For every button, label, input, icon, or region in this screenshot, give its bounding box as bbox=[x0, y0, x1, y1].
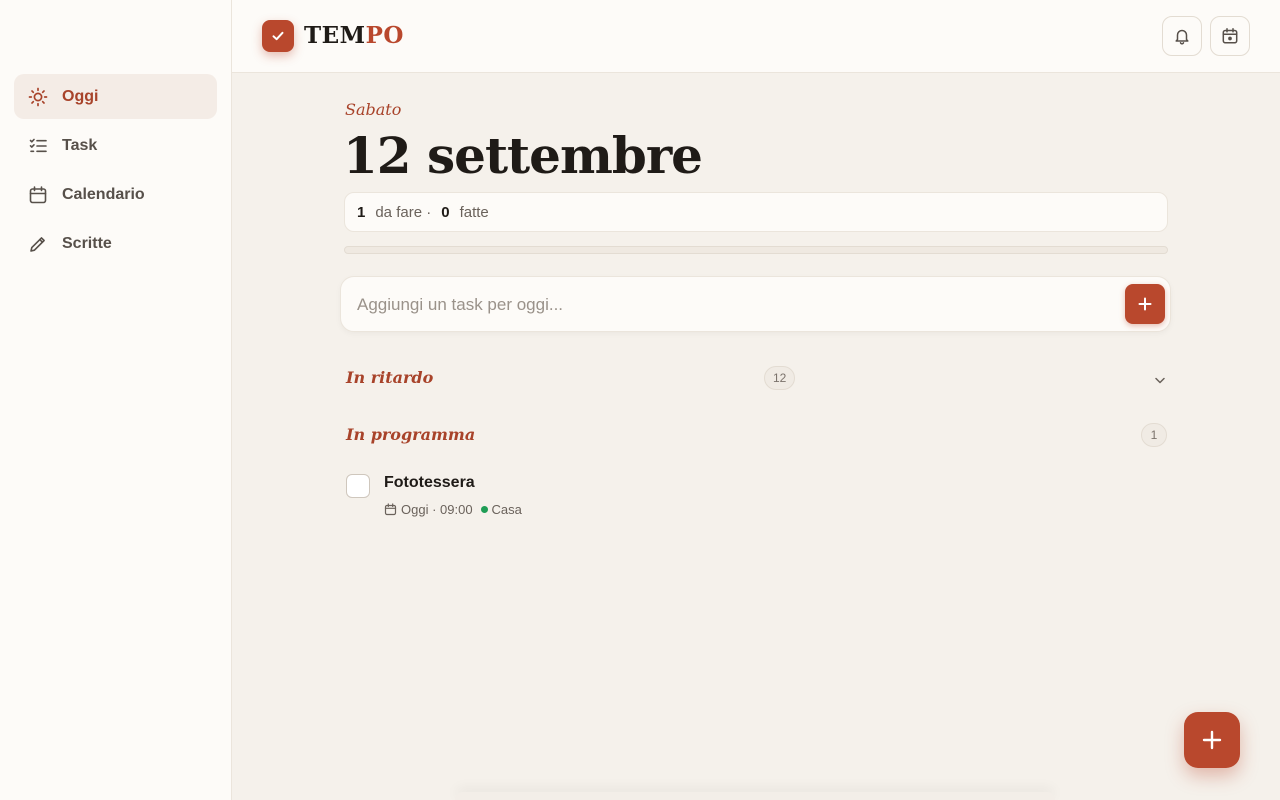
logo-accent: PO bbox=[365, 22, 404, 49]
logo-mark[interactable] bbox=[262, 20, 294, 52]
checklist-icon bbox=[28, 136, 48, 156]
add-task-bar bbox=[340, 276, 1171, 332]
progress-bar bbox=[344, 246, 1168, 254]
top-header: TEMPO bbox=[232, 0, 1280, 73]
app-logo[interactable]: TEMPO bbox=[304, 20, 404, 52]
task-checkbox[interactable] bbox=[346, 474, 370, 498]
page-title: 12 settembre bbox=[343, 126, 703, 185]
sidebar-item-oggi[interactable]: Oggi bbox=[14, 74, 217, 119]
done-count: 0 bbox=[441, 203, 450, 221]
sidebar-item-label: Scritte bbox=[62, 234, 112, 252]
weekday-label: Sabato bbox=[345, 100, 402, 119]
sidebar: Oggi Task Calendario Scritte bbox=[0, 0, 232, 800]
chevron-down-icon[interactable] bbox=[1152, 372, 1168, 388]
pencil-icon bbox=[28, 234, 48, 254]
add-task-input[interactable] bbox=[357, 291, 1097, 319]
done-label: fatte bbox=[459, 203, 489, 221]
calendar-today-icon bbox=[1222, 28, 1238, 44]
check-icon bbox=[272, 31, 284, 41]
sidebar-item-label: Task bbox=[62, 136, 98, 154]
new-task-fab[interactable] bbox=[1184, 712, 1240, 768]
daily-summary: 1 da fare · 0 fatte bbox=[344, 192, 1168, 232]
sidebar-item-label: Calendario bbox=[62, 185, 145, 203]
sidebar-nav: Oggi Task Calendario Scritte bbox=[14, 74, 217, 270]
bell-icon bbox=[1175, 29, 1189, 45]
scheduled-count-badge: 1 bbox=[1141, 423, 1167, 447]
overdue-count-badge: 12 bbox=[764, 366, 796, 390]
todo-label: da fare · bbox=[375, 203, 432, 221]
sidebar-item-calendario[interactable]: Calendario bbox=[14, 172, 217, 217]
sidebar-item-label: Oggi bbox=[62, 87, 99, 105]
logo-prefix: TEM bbox=[304, 22, 366, 49]
task-when: Oggi · 09:00 bbox=[401, 502, 473, 517]
bottom-sheet-edge bbox=[455, 792, 1055, 800]
plus-icon bbox=[1202, 730, 1222, 750]
task-title[interactable]: Fototessera bbox=[384, 474, 475, 492]
notifications-button[interactable] bbox=[1162, 16, 1202, 56]
task-tag: Casa bbox=[491, 502, 522, 517]
today-calendar-button[interactable] bbox=[1210, 16, 1250, 56]
calendar-small-icon bbox=[384, 503, 397, 516]
task-meta: Oggi · 09:00 Casa bbox=[384, 502, 522, 517]
tag-color-dot bbox=[480, 506, 488, 513]
sun-icon bbox=[28, 87, 48, 107]
sidebar-item-scritte[interactable]: Scritte bbox=[14, 221, 217, 266]
section-title-overdue[interactable]: In ritardo bbox=[346, 368, 433, 387]
todo-count: 1 bbox=[357, 203, 366, 221]
sidebar-item-task[interactable]: Task bbox=[14, 123, 217, 168]
section-title-scheduled: In programma bbox=[346, 425, 476, 444]
plus-icon bbox=[1138, 297, 1152, 311]
calendar-icon bbox=[28, 185, 48, 205]
add-task-button[interactable] bbox=[1125, 284, 1165, 324]
